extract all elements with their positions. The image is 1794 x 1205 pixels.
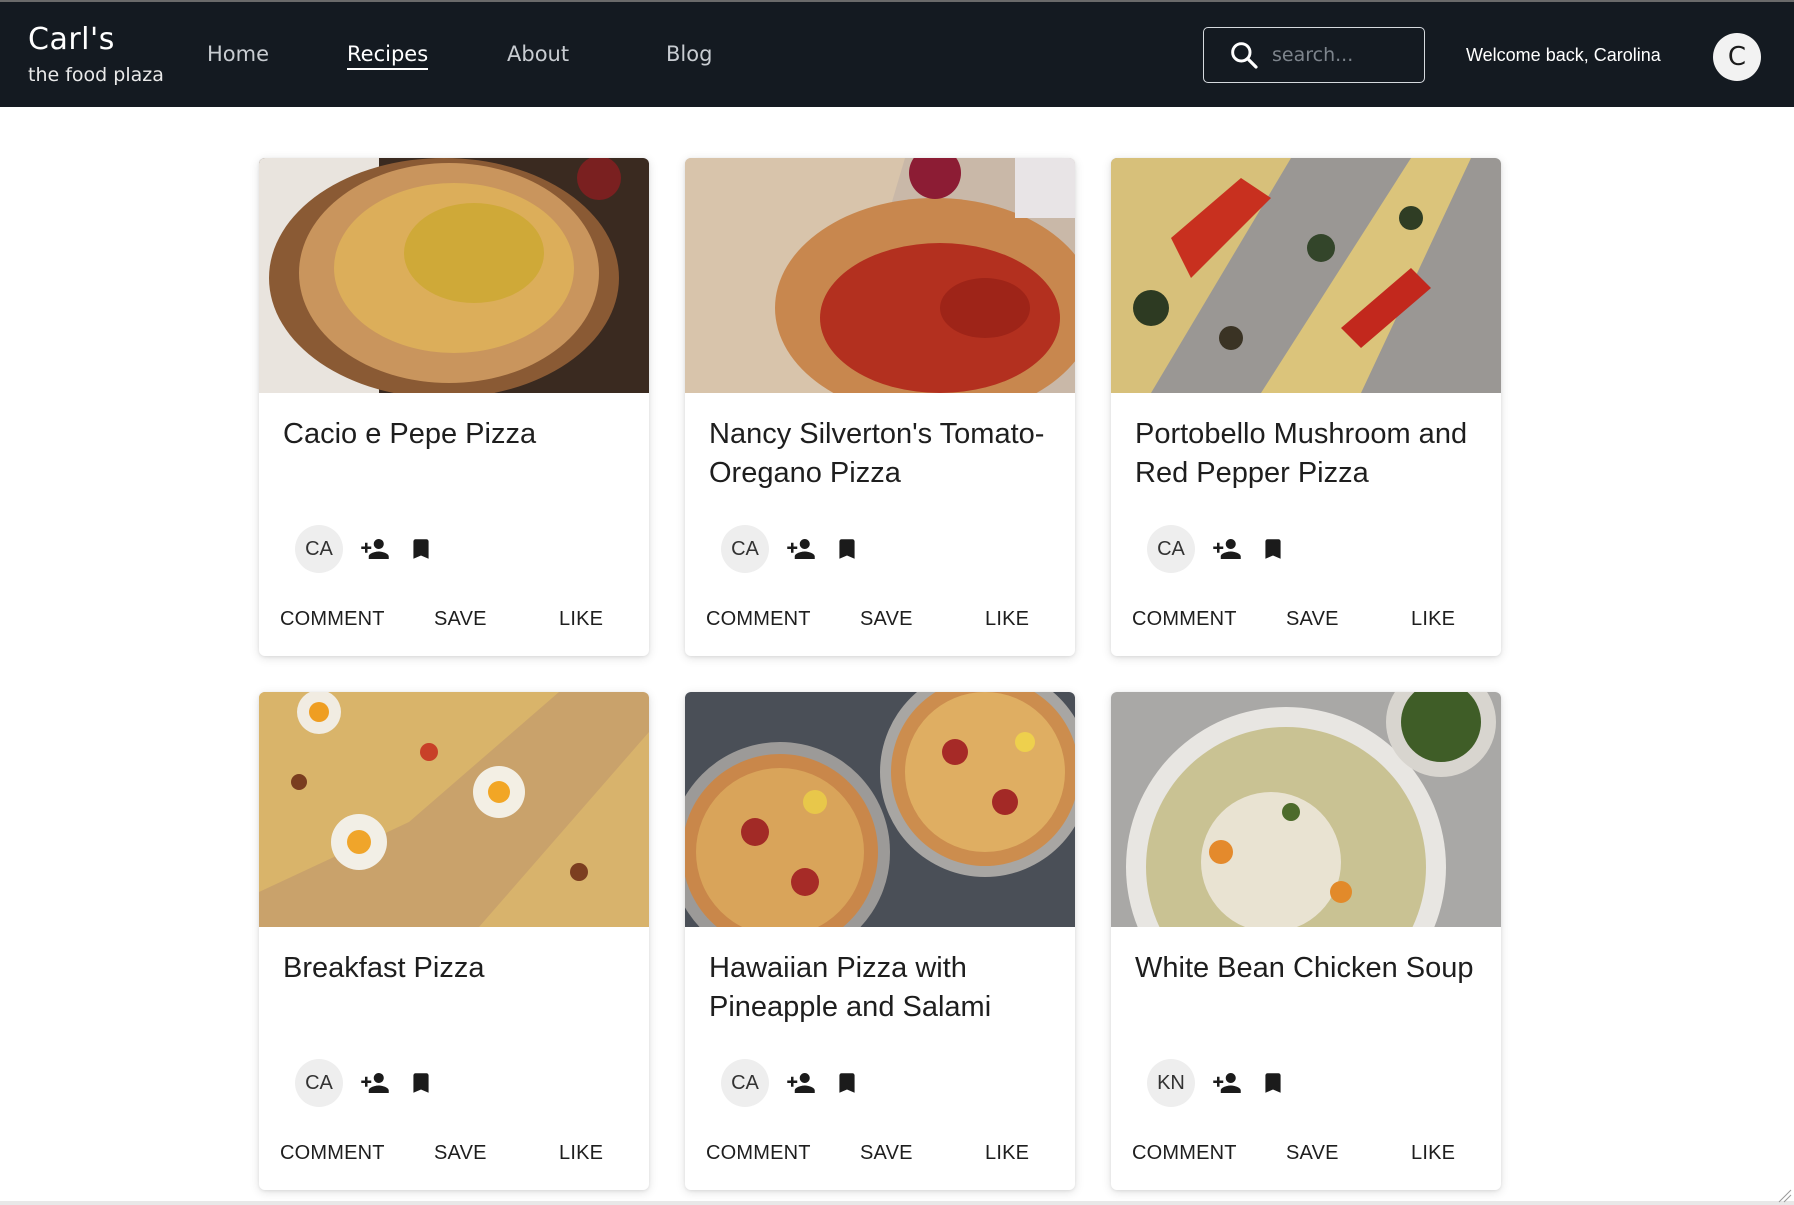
card-actions: COMMENT SAVE LIKE	[259, 1142, 649, 1174]
comment-button[interactable]: COMMENT	[1132, 608, 1237, 631]
nav-about[interactable]: About	[507, 42, 569, 66]
bookmark-icon[interactable]	[1257, 1067, 1289, 1099]
recipe-title[interactable]: Breakfast Pizza	[283, 949, 633, 988]
person-add-icon[interactable]	[1211, 1067, 1243, 1099]
like-button[interactable]: LIKE	[1411, 1142, 1455, 1165]
comment-button[interactable]: COMMENT	[280, 1142, 385, 1165]
person-add-icon[interactable]	[785, 533, 817, 565]
recipe-card[interactable]: Cacio e Pepe Pizza CA COMMENT SAVE LIKE	[259, 158, 649, 656]
recipe-meta: CA	[721, 525, 863, 573]
top-navbar: Carl's the food plaza Home Recipes About…	[0, 0, 1794, 107]
like-button[interactable]: LIKE	[985, 1142, 1029, 1165]
bookmark-icon[interactable]	[831, 1067, 863, 1099]
card-actions: COMMENT SAVE LIKE	[1111, 1142, 1501, 1174]
comment-button[interactable]: COMMENT	[706, 608, 811, 631]
like-button[interactable]: LIKE	[559, 608, 603, 631]
author-avatar[interactable]: CA	[295, 525, 343, 573]
recipe-title[interactable]: Cacio e Pepe Pizza	[283, 415, 633, 454]
card-actions: COMMENT SAVE LIKE	[685, 608, 1075, 640]
bookmark-icon[interactable]	[405, 1067, 437, 1099]
recipe-title[interactable]: Portobello Mushroom and Red Pepper Pizza	[1135, 415, 1485, 493]
nav-home[interactable]: Home	[207, 42, 269, 66]
nav-blog[interactable]: Blog	[666, 42, 712, 66]
card-actions: COMMENT SAVE LIKE	[259, 608, 649, 640]
brand-subtitle: the food plaza	[28, 64, 164, 86]
comment-button[interactable]: COMMENT	[706, 1142, 811, 1165]
recipe-meta: KN	[1147, 1059, 1289, 1107]
recipe-card[interactable]: Nancy Silverton's Tomato-Oregano Pizza C…	[685, 158, 1075, 656]
save-button[interactable]: SAVE	[860, 1142, 913, 1165]
recipe-meta: CA	[295, 1059, 437, 1107]
welcome-message: Welcome back, Carolina	[1466, 45, 1661, 65]
resize-grip-icon[interactable]	[1776, 1187, 1792, 1203]
recipe-image[interactable]	[685, 158, 1075, 393]
person-add-icon[interactable]	[359, 533, 391, 565]
app-viewport: Carl's the food plaza Home Recipes About…	[0, 0, 1794, 1205]
recipe-image[interactable]	[1111, 692, 1501, 927]
recipe-title[interactable]: Nancy Silverton's Tomato-Oregano Pizza	[709, 415, 1059, 493]
recipe-title[interactable]: Hawaiian Pizza with Pineapple and Salami	[709, 949, 1059, 1027]
recipe-meta: CA	[295, 525, 437, 573]
save-button[interactable]: SAVE	[1286, 1142, 1339, 1165]
save-button[interactable]: SAVE	[434, 608, 487, 631]
bookmark-icon[interactable]	[831, 533, 863, 565]
card-actions: COMMENT SAVE LIKE	[1111, 608, 1501, 640]
author-avatar[interactable]: CA	[721, 525, 769, 573]
author-avatar[interactable]: CA	[1147, 525, 1195, 573]
person-add-icon[interactable]	[1211, 533, 1243, 565]
nav-recipes[interactable]: Recipes	[347, 42, 429, 70]
recipe-title[interactable]: White Bean Chicken Soup	[1135, 949, 1485, 988]
author-avatar[interactable]: CA	[295, 1059, 343, 1107]
recipe-meta: CA	[1147, 525, 1289, 573]
like-button[interactable]: LIKE	[985, 608, 1029, 631]
card-actions: COMMENT SAVE LIKE	[685, 1142, 1075, 1174]
recipe-card[interactable]: Portobello Mushroom and Red Pepper Pizza…	[1111, 158, 1501, 656]
search-box[interactable]	[1203, 27, 1425, 83]
save-button[interactable]: SAVE	[434, 1142, 487, 1165]
brand-title: Carl's	[28, 22, 115, 57]
save-button[interactable]: SAVE	[1286, 608, 1339, 631]
person-add-icon[interactable]	[785, 1067, 817, 1099]
person-add-icon[interactable]	[359, 1067, 391, 1099]
bookmark-icon[interactable]	[1257, 533, 1289, 565]
recipe-image[interactable]	[1111, 158, 1501, 393]
like-button[interactable]: LIKE	[1411, 608, 1455, 631]
recipe-card[interactable]: Hawaiian Pizza with Pineapple and Salami…	[685, 692, 1075, 1190]
search-input[interactable]	[1270, 43, 1424, 67]
page-bottom-edge	[0, 1201, 1794, 1205]
author-avatar[interactable]: KN	[1147, 1059, 1195, 1107]
recipe-card[interactable]: Breakfast Pizza CA COMMENT SAVE LIKE	[259, 692, 649, 1190]
comment-button[interactable]: COMMENT	[1132, 1142, 1237, 1165]
recipe-image[interactable]	[259, 158, 649, 393]
comment-button[interactable]: COMMENT	[280, 608, 385, 631]
author-avatar[interactable]: CA	[721, 1059, 769, 1107]
search-icon	[1231, 42, 1258, 69]
recipe-card[interactable]: White Bean Chicken Soup KN COMMENT SAVE …	[1111, 692, 1501, 1190]
recipe-meta: CA	[721, 1059, 863, 1107]
bookmark-icon[interactable]	[405, 533, 437, 565]
recipe-image[interactable]	[259, 692, 649, 927]
like-button[interactable]: LIKE	[559, 1142, 603, 1165]
save-button[interactable]: SAVE	[860, 608, 913, 631]
user-avatar[interactable]: C	[1713, 33, 1761, 81]
recipe-image[interactable]	[685, 692, 1075, 927]
brand-logo[interactable]: Carl's the food plaza	[28, 22, 164, 86]
